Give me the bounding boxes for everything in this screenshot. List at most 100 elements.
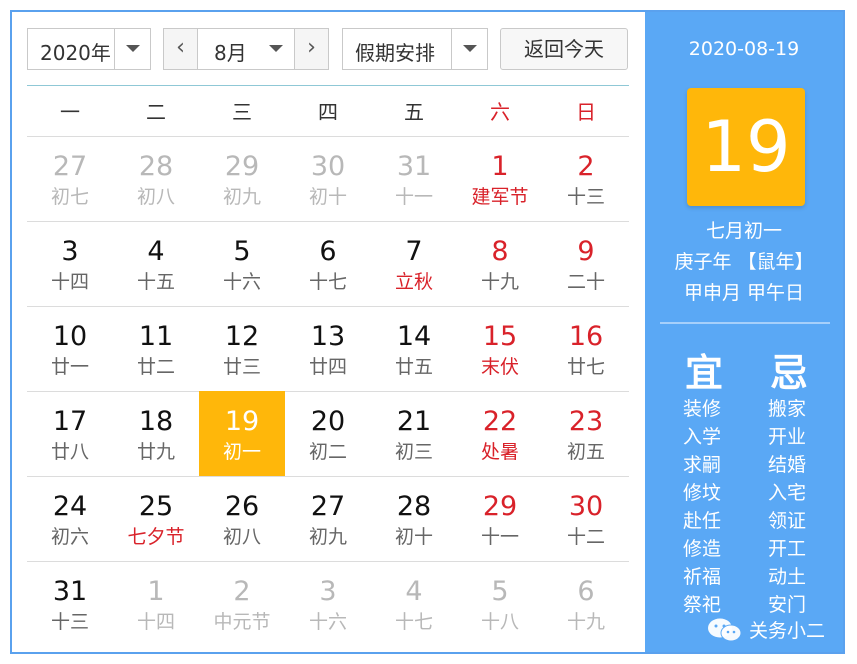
day-cell[interactable]: 28 初十 <box>371 476 457 561</box>
day-cell[interactable]: 13 廿四 <box>285 306 371 391</box>
chevron-right-icon: › <box>307 35 316 60</box>
day-number: 6 <box>577 576 595 607</box>
day-number: 4 <box>147 236 165 267</box>
day-cell[interactable]: 27 初九 <box>285 476 371 561</box>
day-cell[interactable]: 31 十一 <box>371 136 457 221</box>
day-number: 8 <box>491 236 509 267</box>
ji-item: 结婚 <box>768 454 807 476</box>
weekday-mon: 一 <box>60 100 80 124</box>
holiday-dropdown-button[interactable] <box>451 29 487 69</box>
day-cell[interactable]: 3 十四 <box>27 221 113 306</box>
day-cell[interactable]: 29 十一 <box>457 476 543 561</box>
holiday-select[interactable]: 假期安排 <box>342 28 488 70</box>
day-cell[interactable]: 14 廿五 <box>371 306 457 391</box>
wechat-watermark: 关务小二 <box>707 614 847 644</box>
day-cell[interactable]: 22 处暑 <box>457 391 543 476</box>
day-cell[interactable]: 25 七夕节 <box>113 476 199 561</box>
lunar-label: 立秋 <box>394 271 433 293</box>
calendar-main: 2020年 ‹ 8月 › 假期安排 返回今天 一 二 三 四 五 六 日 27 … <box>12 12 645 652</box>
day-cell[interactable]: 4 十五 <box>113 221 199 306</box>
prev-month-button[interactable]: ‹ <box>164 29 198 69</box>
day-cell[interactable]: 30 初十 <box>285 136 371 221</box>
day-number: 22 <box>482 406 518 437</box>
lunar-label: 初七 <box>50 186 89 208</box>
year-select-label: 2020年 <box>40 41 111 65</box>
day-number: 23 <box>568 406 604 437</box>
day-cell[interactable]: 16 廿七 <box>543 306 629 391</box>
day-cell-selected[interactable]: 19 初一 <box>199 391 285 476</box>
day-number: 2 <box>233 576 251 607</box>
day-cell[interactable]: 10 廿一 <box>27 306 113 391</box>
lunar-label: 二十 <box>566 271 605 293</box>
day-cell[interactable]: 9 二十 <box>543 221 629 306</box>
day-cell[interactable]: 12 廿三 <box>199 306 285 391</box>
day-number: 2 <box>577 151 595 182</box>
back-to-today-button[interactable]: 返回今天 <box>500 28 628 70</box>
day-cell[interactable]: 4 十七 <box>371 561 457 646</box>
day-cell[interactable]: 6 十九 <box>543 561 629 646</box>
day-cell[interactable]: 11 廿二 <box>113 306 199 391</box>
day-number: 18 <box>138 406 174 437</box>
day-cell[interactable]: 18 廿九 <box>113 391 199 476</box>
day-cell[interactable]: 17 廿八 <box>27 391 113 476</box>
calendar-toolbar: 2020年 ‹ 8月 › 假期安排 返回今天 <box>27 28 629 70</box>
day-number: 3 <box>319 576 337 607</box>
day-number: 1 <box>491 151 509 182</box>
day-number: 28 <box>396 491 432 522</box>
day-cell[interactable]: 5 十八 <box>457 561 543 646</box>
day-cell[interactable]: 2 中元节 <box>199 561 285 646</box>
month-dropdown-button[interactable] <box>258 29 294 69</box>
day-number: 11 <box>138 321 174 352</box>
next-month-button[interactable]: › <box>294 29 328 69</box>
day-cell[interactable]: 30 十二 <box>543 476 629 561</box>
day-cell[interactable]: 27 初七 <box>27 136 113 221</box>
lunar-label: 初三 <box>394 441 433 463</box>
day-cell[interactable]: 1 十四 <box>113 561 199 646</box>
day-cell[interactable]: 31 十三 <box>27 561 113 646</box>
day-cell[interactable]: 3 十六 <box>285 561 371 646</box>
day-number: 30 <box>310 151 346 182</box>
weekday-tue: 二 <box>146 100 166 124</box>
day-cell[interactable]: 8 十九 <box>457 221 543 306</box>
day-cell[interactable]: 20 初二 <box>285 391 371 476</box>
lunar-label: 廿七 <box>566 356 605 378</box>
lunar-label: 十九 <box>566 611 605 633</box>
day-number: 19 <box>224 406 260 437</box>
month-select-label[interactable]: 8月 <box>214 37 247 66</box>
lunar-label: 十七 <box>308 271 347 293</box>
day-number: 15 <box>482 321 518 352</box>
lunar-date: 七月初一 <box>705 220 782 242</box>
lunar-label: 初九 <box>308 526 347 548</box>
day-detail-panel: 2020-08-19 19 七月初一 庚子年 【鼠年】 甲申月 甲午日 宜 忌 … <box>645 12 843 652</box>
day-cell[interactable]: 24 初六 <box>27 476 113 561</box>
ji-item: 开业 <box>768 426 807 448</box>
lunar-label: 廿八 <box>50 441 89 463</box>
weekday-fri: 五 <box>404 100 424 124</box>
lunar-label: 廿三 <box>222 356 261 378</box>
lunar-label: 廿一 <box>50 356 89 378</box>
yi-item: 求嗣 <box>683 454 722 476</box>
day-cell[interactable]: 29 初九 <box>199 136 285 221</box>
day-number: 27 <box>52 151 88 182</box>
day-cell[interactable]: 5 十六 <box>199 221 285 306</box>
day-cell[interactable]: 2 十三 <box>543 136 629 221</box>
day-cell[interactable]: 6 十七 <box>285 221 371 306</box>
day-cell[interactable]: 15 末伏 <box>457 306 543 391</box>
lunar-label: 十三 <box>50 611 89 633</box>
day-number: 24 <box>52 491 88 522</box>
day-cell[interactable]: 7 立秋 <box>371 221 457 306</box>
lunar-label: 十九 <box>480 271 519 293</box>
day-number: 12 <box>224 321 260 352</box>
year-select[interactable]: 2020年 <box>27 28 151 70</box>
day-cell[interactable]: 23 初五 <box>543 391 629 476</box>
wechat-icon <box>708 618 742 642</box>
lunar-label: 十二 <box>566 526 605 548</box>
lunar-label: 七夕节 <box>127 526 185 548</box>
year-dropdown-button[interactable] <box>114 29 150 69</box>
day-cell[interactable]: 26 初八 <box>199 476 285 561</box>
day-cell[interactable]: 1 建军节 <box>457 136 543 221</box>
day-cell[interactable]: 21 初三 <box>371 391 457 476</box>
day-cell[interactable]: 28 初八 <box>113 136 199 221</box>
weekday-header: 一 二 三 四 五 六 日 <box>27 88 629 136</box>
lunar-label: 十六 <box>222 271 261 293</box>
